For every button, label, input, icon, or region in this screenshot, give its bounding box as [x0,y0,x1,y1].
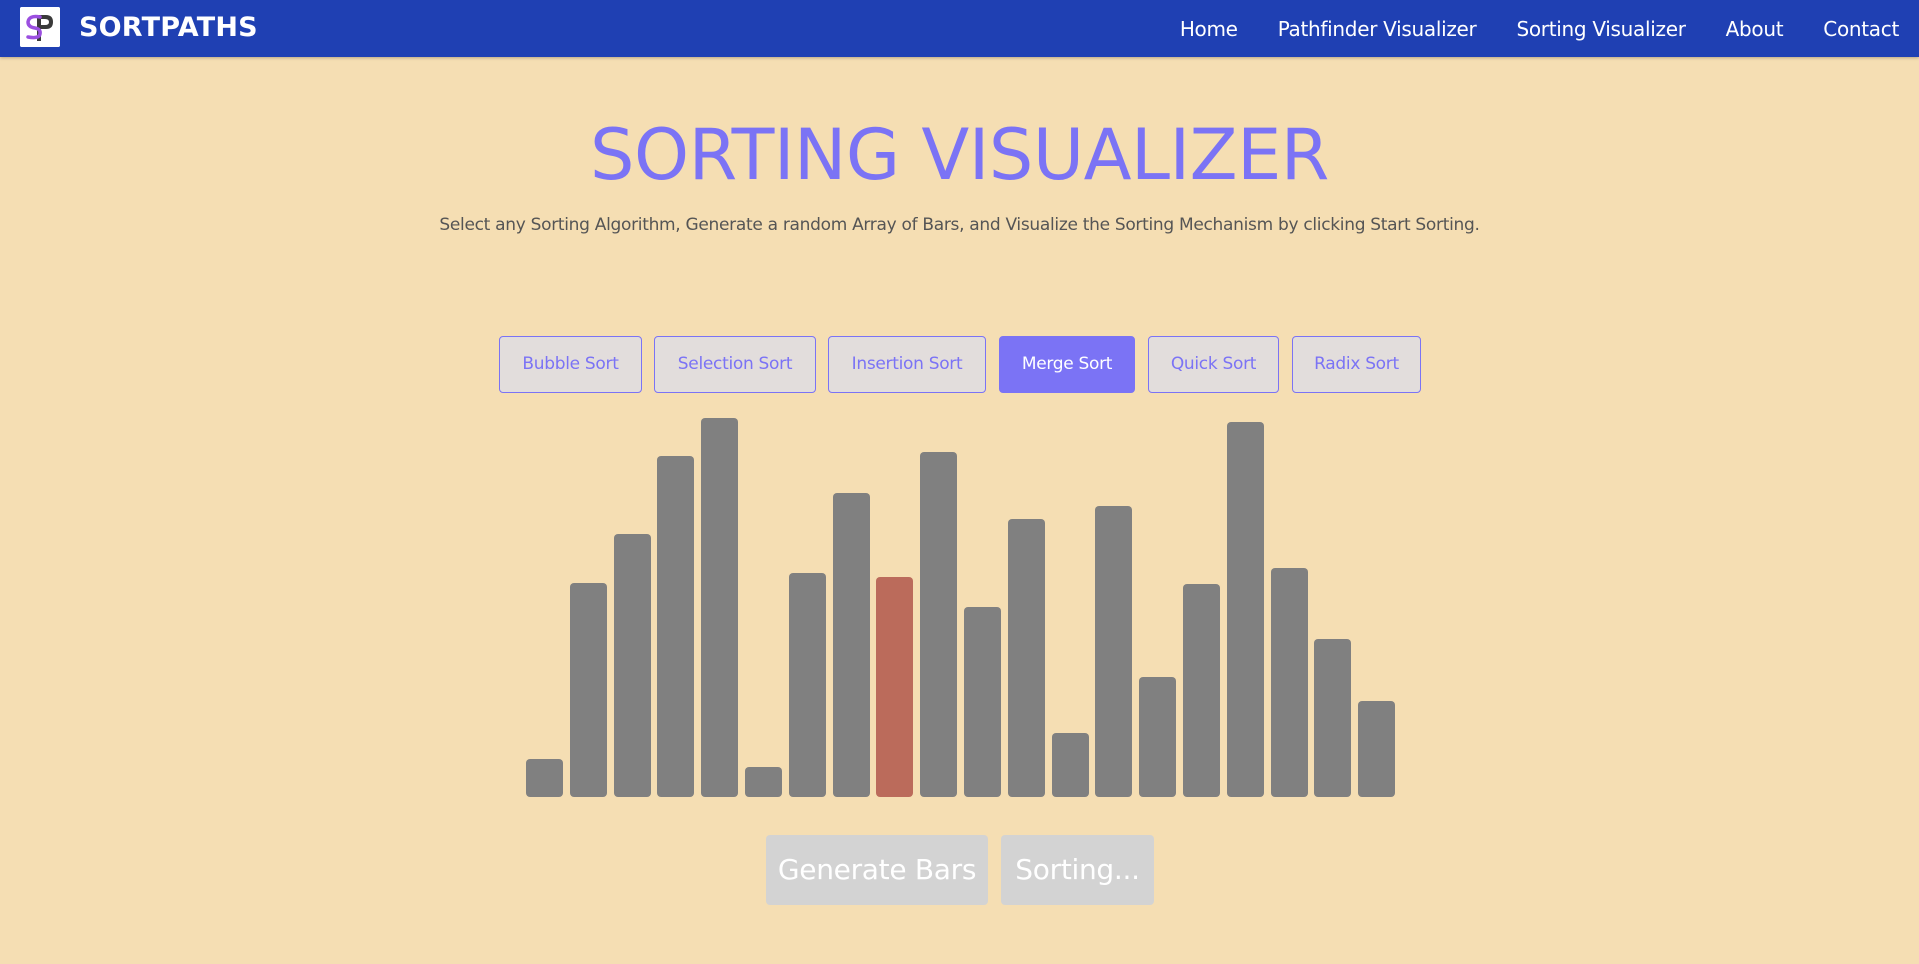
bar [614,534,651,797]
navbar: SORTPATHS Home Pathfinder Visualizer Sor… [0,0,1919,57]
nav-link-pathfinder-visualizer[interactable]: Pathfinder Visualizer [1278,17,1477,41]
insertion-sort-button[interactable]: Insertion Sort [828,336,986,393]
bar [1183,584,1220,797]
nav-links: Home Pathfinder Visualizer Sorting Visua… [1180,0,1899,57]
merge-sort-button[interactable]: Merge Sort [999,336,1135,393]
generate-bars-button[interactable]: Generate Bars [766,835,988,905]
sorting-status-button[interactable]: Sorting... [1001,835,1154,905]
bar [1052,733,1089,797]
algorithm-buttons: Bubble Sort Selection Sort Insertion Sor… [0,336,1919,393]
bar [789,573,826,797]
nav-link-home[interactable]: Home [1180,17,1238,41]
bar [1008,519,1045,797]
bar [1095,506,1132,797]
nav-link-about[interactable]: About [1726,17,1784,41]
bar [745,767,782,797]
logo-icon [20,7,60,47]
brand-name[interactable]: SORTPATHS [79,9,258,47]
bar [876,577,913,797]
bar [1358,701,1395,797]
logo[interactable] [20,7,60,47]
bar [833,493,870,797]
quick-sort-button[interactable]: Quick Sort [1148,336,1279,393]
page-subtitle: Select any Sorting Algorithm, Generate a… [439,215,1480,235]
bar [701,418,738,797]
selection-sort-button[interactable]: Selection Sort [654,336,816,393]
bar [1139,677,1176,797]
bubble-sort-button[interactable]: Bubble Sort [499,336,642,393]
bar [526,759,563,797]
bar [1314,639,1351,797]
bar [1271,568,1308,797]
bar [964,607,1001,797]
page-title: SORTING VISUALIZER [590,114,1329,196]
bar [657,456,694,797]
nav-link-sorting-visualizer[interactable]: Sorting Visualizer [1516,17,1685,41]
radix-sort-button[interactable]: Radix Sort [1292,336,1421,393]
bar [1227,422,1264,797]
nav-link-contact[interactable]: Contact [1823,17,1899,41]
bar [920,452,957,797]
bar [570,583,607,797]
